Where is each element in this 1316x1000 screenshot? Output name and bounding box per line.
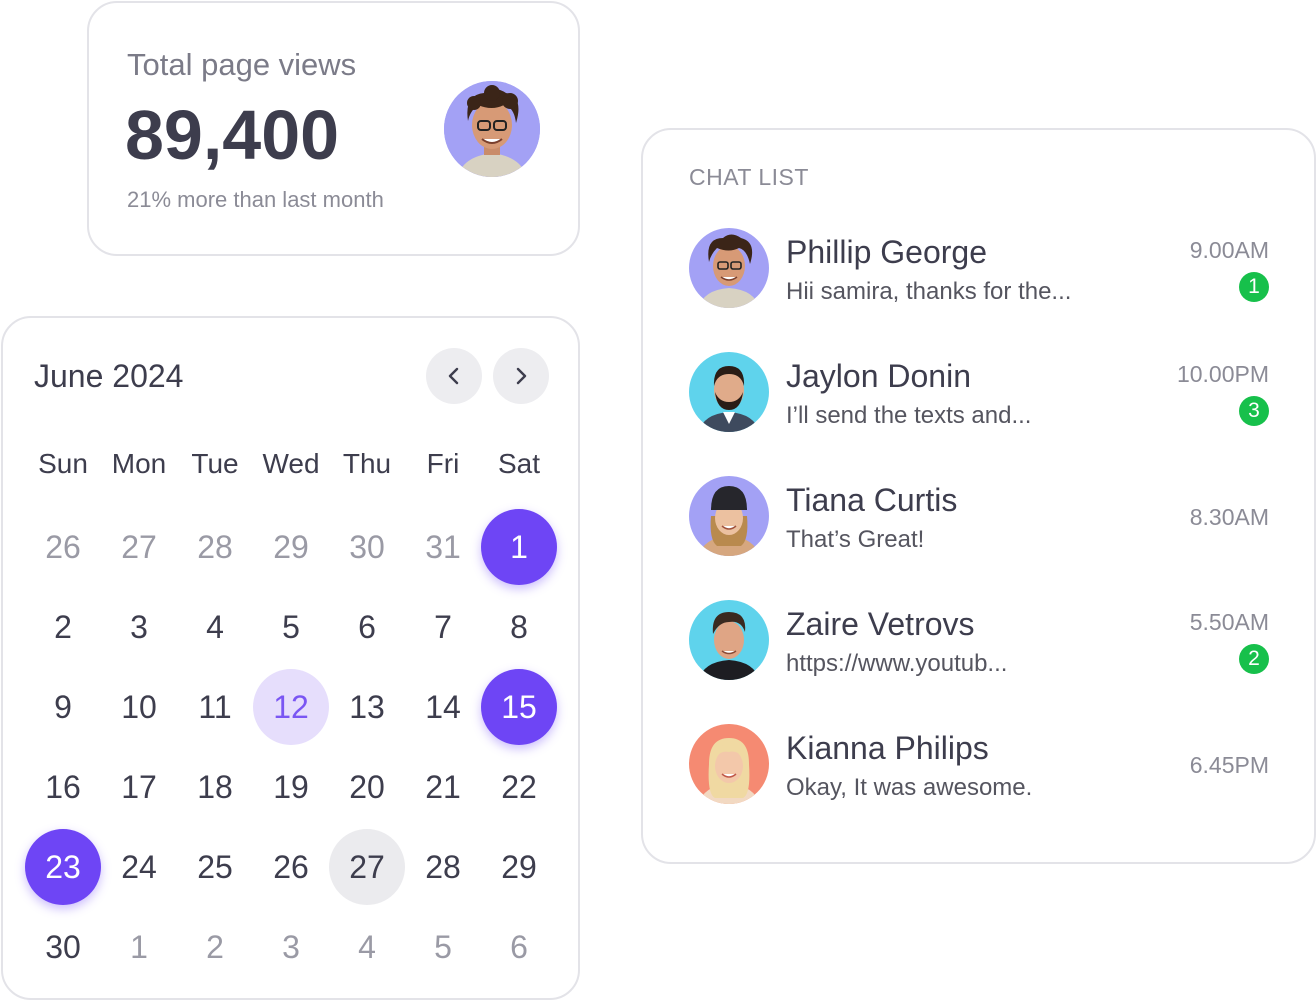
avatar xyxy=(689,724,769,804)
calendar-day[interactable]: 24 xyxy=(101,829,177,905)
curly-hair-man-avatar-icon xyxy=(689,228,769,308)
calendar-day[interactable]: 17 xyxy=(101,749,177,825)
chat-message-preview: That’s Great! xyxy=(786,526,925,553)
next-month-button[interactable] xyxy=(493,348,549,404)
chat-timestamp: 6.45PM xyxy=(1189,752,1269,778)
calendar-day[interactable]: 5 xyxy=(405,909,481,985)
calendar-day[interactable]: 28 xyxy=(405,829,481,905)
calendar-day[interactable]: 2 xyxy=(25,589,101,665)
calendar-day[interactable]: 30 xyxy=(329,509,405,585)
weekday-label: Mon xyxy=(111,448,167,479)
chat-list-heading: CHAT LIST xyxy=(689,164,809,190)
calendar-day[interactable]: 20 xyxy=(329,749,405,825)
chat-timestamp: 5.50AM xyxy=(1189,609,1269,635)
chat-list-card: CHAT LIST Phillip George Hii samira, than… xyxy=(641,128,1316,864)
page-views-card: Total page views 89,400 21% more than la… xyxy=(87,1,580,256)
calendar-day[interactable]: 7 xyxy=(405,589,481,665)
calendar-day[interactable]: 2 xyxy=(177,909,253,985)
calendar-day[interactable]: 10 xyxy=(101,669,177,745)
calendar-day[interactable]: 28 xyxy=(177,509,253,585)
calendar-day[interactable]: 3 xyxy=(253,909,329,985)
calendar-day-selected[interactable]: 23 xyxy=(25,829,101,905)
calendar-card: June 2024 Sun Mon Tue Wed Thu Fri Sat 26 27 28 29… xyxy=(1,316,580,1000)
calendar-day[interactable]: 13 xyxy=(329,669,405,745)
page-views-subtitle: 21% more than last month xyxy=(127,187,384,212)
chat-message-preview: https://www.youtub... xyxy=(786,650,1008,677)
chat-contact-name: Jaylon Donin xyxy=(786,358,971,394)
weekday-label: Tue xyxy=(191,448,239,479)
chevron-left-icon xyxy=(448,367,459,385)
calendar-day-today[interactable]: 12 xyxy=(253,669,329,745)
avatar xyxy=(444,81,540,177)
calendar-day[interactable]: 1 xyxy=(101,909,177,985)
chat-timestamp: 10.00PM xyxy=(1176,361,1269,387)
chat-timestamp: 9.00AM xyxy=(1189,237,1269,263)
calendar-day-selected[interactable]: 1 xyxy=(481,509,557,585)
chat-contact-name: Zaire Vetrovs xyxy=(786,606,975,642)
chat-contact-name: Phillip George xyxy=(786,234,987,270)
calendar-day[interactable]: 27 xyxy=(329,829,405,905)
calendar-day[interactable]: 11 xyxy=(177,669,253,745)
chat-message-preview: Okay, It was awesome. xyxy=(786,774,1033,801)
chat-message-preview: I’ll send the texts and... xyxy=(786,402,1032,429)
calendar-day[interactable]: 29 xyxy=(253,509,329,585)
chat-timestamp: 8.30AM xyxy=(1189,504,1269,530)
calendar-day[interactable]: 29 xyxy=(481,829,557,905)
chevron-right-icon xyxy=(516,367,527,385)
chat-contact-name: Kianna Philips xyxy=(786,730,989,766)
calendar-day[interactable]: 25 xyxy=(177,829,253,905)
page-views-value: 89,400 xyxy=(125,96,340,174)
calendar-day[interactable]: 4 xyxy=(329,909,405,985)
avatar xyxy=(689,352,769,432)
young-man-avatar-icon xyxy=(689,600,769,680)
chat-list-item[interactable]: Phillip George Hii samira, thanks for the… xyxy=(643,228,1316,352)
curly-hair-man-avatar-icon xyxy=(444,81,540,177)
avatar xyxy=(689,476,769,556)
chat-list-item[interactable]: Jaylon Donin I’ll send the texts and... 10… xyxy=(643,352,1316,476)
weekday-label: Wed xyxy=(262,448,320,479)
calendar-day[interactable]: 26 xyxy=(253,829,329,905)
calendar-day[interactable]: 9 xyxy=(25,669,101,745)
calendar-day[interactable]: 16 xyxy=(25,749,101,825)
blonde-woman-avatar-icon xyxy=(689,724,769,804)
calendar-day[interactable]: 6 xyxy=(329,589,405,665)
calendar-day[interactable]: 5 xyxy=(253,589,329,665)
calendar-month-label: June 2024 xyxy=(34,358,184,394)
unread-count-badge: 1 xyxy=(1239,272,1269,302)
calendar-day[interactable]: 4 xyxy=(177,589,253,665)
avatar xyxy=(689,228,769,308)
weekday-label: Sun xyxy=(38,448,88,479)
page-views-title: Total page views xyxy=(127,47,357,82)
chat-list-item[interactable]: Kianna Philips Okay, It was awesome. 6.45P… xyxy=(643,724,1316,848)
unread-count-badge: 2 xyxy=(1239,644,1269,674)
chat-list-item[interactable]: Tiana Curtis That’s Great! 8.30AM xyxy=(643,476,1316,600)
calendar-day[interactable]: 30 xyxy=(25,909,101,985)
calendar-day[interactable]: 21 xyxy=(405,749,481,825)
calendar-day[interactable]: 14 xyxy=(405,669,481,745)
bearded-man-avatar-icon xyxy=(689,352,769,432)
woman-beanie-avatar-icon xyxy=(689,476,769,556)
unread-count-badge: 3 xyxy=(1239,396,1269,426)
calendar-day[interactable]: 26 xyxy=(25,509,101,585)
calendar-day[interactable]: 3 xyxy=(101,589,177,665)
weekday-label: Thu xyxy=(342,448,392,479)
prev-month-button[interactable] xyxy=(426,348,482,404)
calendar-day[interactable]: 31 xyxy=(405,509,481,585)
chat-contact-name: Tiana Curtis xyxy=(786,482,958,518)
chat-list-item[interactable]: Zaire Vetrovs https://www.youtub... 5.50AM… xyxy=(643,600,1316,724)
calendar-day[interactable]: 19 xyxy=(253,749,329,825)
weekday-label: Sat xyxy=(497,448,541,479)
calendar-day[interactable]: 27 xyxy=(101,509,177,585)
calendar-day[interactable]: 8 xyxy=(481,589,557,665)
avatar xyxy=(689,600,769,680)
calendar-day[interactable]: 18 xyxy=(177,749,253,825)
calendar-day-selected[interactable]: 15 xyxy=(481,669,557,745)
calendar-day[interactable]: 22 xyxy=(481,749,557,825)
chat-message-preview: Hii samira, thanks for the... xyxy=(786,278,1072,305)
weekday-label: Fri xyxy=(426,448,460,479)
calendar-day[interactable]: 6 xyxy=(481,909,557,985)
